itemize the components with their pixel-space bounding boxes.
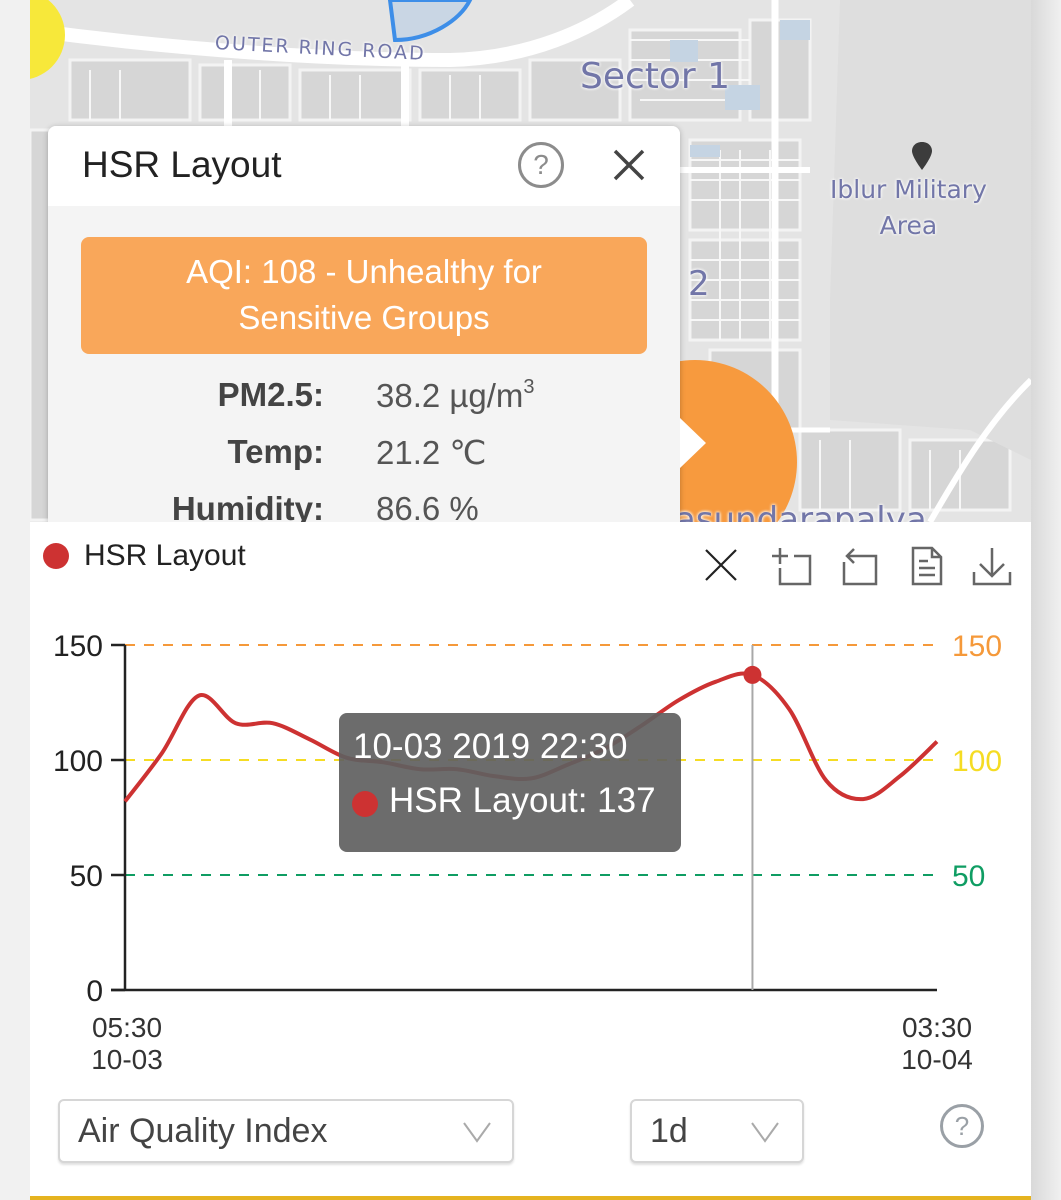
highlight-point (743, 665, 762, 684)
map-label-sector-2-fragment: 2 (688, 264, 710, 304)
panel-bottom-border (30, 1196, 1031, 1200)
popup-close-icon[interactable] (606, 142, 652, 188)
x-axis-end-label: 03:30 10-04 (892, 1012, 982, 1076)
map-label-kasavanahalli-fragment: asundarapalya (675, 500, 927, 522)
map-label-iblur-line2: Area (879, 211, 938, 240)
x-axis-start-label: 05:30 10-03 (82, 1012, 172, 1076)
legend-color-dot (43, 543, 69, 569)
popup-header: HSR Layout ? (48, 126, 680, 206)
tooltip-value: HSR Layout: 137 (389, 781, 656, 820)
chart-panel: HSR Layout 150 100 50 0 50 100 150 10-03 2019 … (30, 522, 1031, 1200)
stat-row-pm25: PM2.5: 38.2 µg/m3 (48, 376, 680, 426)
chevron-down-icon (463, 1122, 491, 1143)
y-tick-label-0: 0 (86, 975, 103, 1008)
document-icon[interactable] (910, 546, 944, 586)
stat-value: 38.2 µg/m3 (376, 376, 535, 414)
stat-label: PM2.5: (217, 376, 324, 413)
aqi-line-1: AQI: 108 - Unhealthy for (186, 253, 542, 290)
range-select[interactable]: 1d (630, 1099, 804, 1163)
x-end-time: 03:30 (901, 1012, 973, 1043)
map-label-sector-1: Sector 1 (580, 56, 731, 97)
threshold-label-100: 100 (952, 745, 1002, 778)
stat-value: 86.6 % (376, 490, 479, 522)
aqi-status-banner: AQI: 108 - Unhealthy for Sensitive Group… (81, 237, 647, 354)
station-popup: HSR Layout ? AQI: 108 - Unhealthy for Se… (48, 126, 680, 522)
chart-help-icon[interactable]: ? (940, 1104, 984, 1148)
y-tick-label-150: 150 (53, 630, 103, 663)
add-chart-icon[interactable] (770, 546, 814, 586)
x-start-time: 05:30 (91, 1012, 163, 1043)
aqi-line-2: Sensitive Groups (238, 299, 490, 336)
y-tick-label-100: 100 (53, 745, 103, 778)
x-start-date: 10-03 (91, 1044, 163, 1075)
threshold-label-50: 50 (952, 860, 985, 893)
download-icon[interactable] (972, 546, 1012, 586)
screen: OUTER RING ROAD Sector 1 Iblur Military … (0, 0, 1061, 1200)
tooltip-series-dot (352, 791, 378, 817)
threshold-label-150: 150 (952, 630, 1002, 663)
chevron-down-icon (751, 1122, 779, 1143)
stat-value: 21.2 ℃ (376, 434, 487, 471)
legend-title: HSR Layout (84, 539, 246, 572)
popup-pointer (680, 418, 706, 468)
back-icon[interactable] (840, 546, 880, 586)
map-label-iblur-military-area: Iblur Military Area (830, 172, 987, 244)
chart-tooltip: 10-03 2019 22:30 HSR Layout: 137 (339, 713, 681, 852)
y-tick-label-50: 50 (70, 860, 103, 893)
map-label-iblur-line1: Iblur Military (830, 175, 987, 204)
stat-row-temp: Temp: 21.2 ℃ (48, 433, 680, 483)
popup-help-icon[interactable]: ? (518, 142, 564, 188)
stat-label: Humidity: (171, 490, 324, 522)
stat-label: Temp: (227, 433, 324, 470)
tooltip-time: 10-03 2019 22:30 (353, 727, 628, 766)
stat-row-humidity: Humidity: 86.6 % (48, 490, 680, 522)
range-select-value: 1d (650, 1112, 688, 1150)
close-chart-icon[interactable] (702, 546, 740, 584)
map-pin-icon[interactable] (910, 140, 934, 172)
popup-title: HSR Layout (82, 144, 282, 185)
metric-select[interactable]: Air Quality Index (58, 1099, 514, 1163)
x-end-date: 10-04 (901, 1044, 973, 1075)
screen-edge (1031, 0, 1061, 1200)
metric-select-value: Air Quality Index (78, 1112, 328, 1150)
